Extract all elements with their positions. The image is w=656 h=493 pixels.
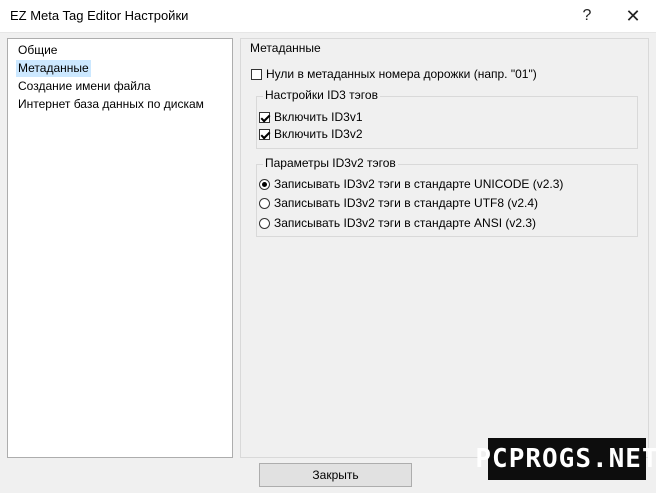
- title-bar: EZ Meta Tag Editor Настройки ? ✕: [0, 0, 656, 33]
- window-title: EZ Meta Tag Editor Настройки: [10, 8, 189, 23]
- radio-label: Записывать ID3v2 тэги в стандарте ANSI (…: [274, 216, 537, 230]
- group-title: Параметры ID3v2 тэгов: [263, 156, 398, 170]
- radio-ansi[interactable]: Записывать ID3v2 тэги в стандарте ANSI (…: [259, 215, 536, 231]
- zeros-track-number-checkbox[interactable]: Нули в метаданных номера дорожки (напр. …: [251, 66, 537, 82]
- radio-button[interactable]: [259, 217, 270, 229]
- panel-title: Метаданные: [250, 41, 321, 55]
- radio-label: Записывать ID3v2 тэги в стандарте UTF8 (…: [274, 196, 539, 210]
- checkbox-box[interactable]: [259, 111, 270, 123]
- group-title: Настройки ID3 тэгов: [263, 88, 380, 102]
- nav-item-disc-database[interactable]: Интернет база данных по дискам: [16, 96, 206, 113]
- radio-utf8[interactable]: Записывать ID3v2 тэги в стандарте UTF8 (…: [259, 195, 538, 211]
- watermark-logo: PCPROGS.NET: [475, 438, 656, 480]
- checkbox-box[interactable]: [259, 128, 270, 140]
- radio-label: Записывать ID3v2 тэги в стандарте UNICOD…: [274, 177, 564, 191]
- checkbox-label: Включить ID3v2: [274, 127, 363, 141]
- checkbox-label: Включить ID3v1: [274, 110, 363, 124]
- id3-settings-group: Настройки ID3 тэгов Включить ID3v1 Включ…: [256, 88, 638, 149]
- radio-button[interactable]: [259, 178, 270, 190]
- settings-category-list: Общие Метаданные Создание имени файла Ин…: [7, 38, 233, 458]
- id3v2-params-group: Параметры ID3v2 тэгов Записывать ID3v2 т…: [256, 156, 638, 237]
- checkbox-box[interactable]: [251, 68, 262, 80]
- radio-unicode[interactable]: Записывать ID3v2 тэги в стандарте UNICOD…: [259, 176, 563, 192]
- nav-item-general[interactable]: Общие: [16, 42, 59, 59]
- enable-id3v2-checkbox[interactable]: Включить ID3v2: [259, 126, 363, 142]
- help-icon[interactable]: ?: [564, 0, 610, 32]
- nav-item-metadata[interactable]: Метаданные: [16, 60, 91, 77]
- enable-id3v1-checkbox[interactable]: Включить ID3v1: [259, 109, 363, 125]
- close-button[interactable]: Закрыть: [259, 463, 412, 487]
- nav-item-filename[interactable]: Создание имени файла: [16, 78, 153, 95]
- radio-button[interactable]: [259, 197, 270, 209]
- checkbox-label: Нули в метаданных номера дорожки (напр. …: [266, 67, 537, 81]
- close-icon[interactable]: ✕: [610, 0, 656, 32]
- metadata-panel: Метаданные Нули в метаданных номера доро…: [240, 38, 649, 458]
